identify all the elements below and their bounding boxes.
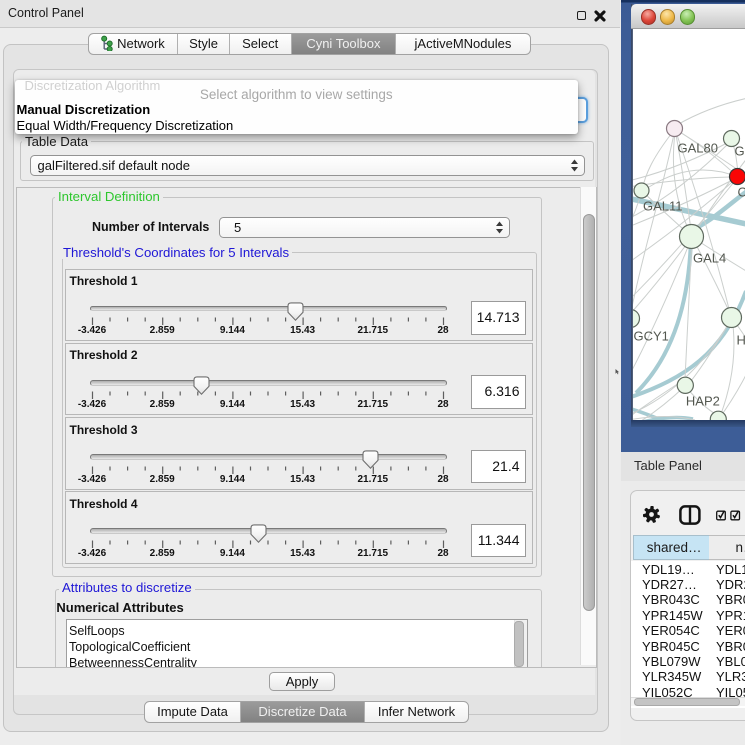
svg-text:GAL80: GAL80 (677, 140, 717, 155)
svg-text:H: H (736, 332, 745, 347)
svg-text:GCY1: GCY1 (633, 328, 668, 343)
svg-text:C: C (737, 184, 745, 199)
svg-text:HAP2: HAP2 (685, 393, 719, 408)
svg-text:G.: G. (734, 143, 745, 158)
svg-text:GAL4: GAL4 (693, 250, 726, 265)
svg-text:GAL11: GAL11 (643, 198, 683, 213)
